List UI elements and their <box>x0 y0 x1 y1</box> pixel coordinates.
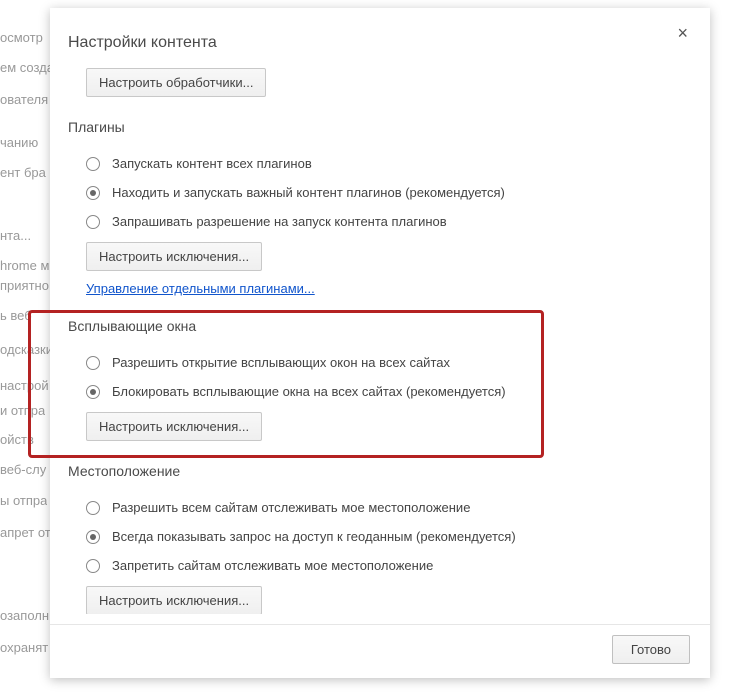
location-exceptions-button[interactable]: Настроить исключения... <box>86 586 262 614</box>
radio-label: Разрешить открытие всплывающих окон на в… <box>112 355 450 370</box>
radio-icon <box>86 385 100 399</box>
configure-handlers-button[interactable]: Настроить обработчики... <box>86 68 266 97</box>
handlers-section: Настроить обработчики... <box>68 62 692 97</box>
popups-option-allow[interactable]: Разрешить открытие всплывающих окон на в… <box>86 348 692 377</box>
radio-label: Запускать контент всех плагинов <box>112 156 312 171</box>
location-section: Местоположение Разрешить всем сайтам отс… <box>68 463 692 614</box>
content-settings-modal: Настройки контента × Настроить обработчи… <box>50 8 710 678</box>
radio-icon <box>86 215 100 229</box>
plugins-option-detect-important[interactable]: Находить и запускать важный контент плаг… <box>86 178 692 207</box>
location-option-block[interactable]: Запретить сайтам отслеживать мое местопо… <box>86 551 692 580</box>
manage-plugins-link[interactable]: Управление отдельными плагинами... <box>86 281 315 296</box>
popups-option-block[interactable]: Блокировать всплывающие окна на всех сай… <box>86 377 692 406</box>
modal-title: Настройки контента <box>68 34 217 52</box>
plugins-title: Плагины <box>68 119 692 135</box>
radio-label: Находить и запускать важный контент плаг… <box>112 185 505 200</box>
radio-icon <box>86 356 100 370</box>
location-title: Местоположение <box>68 463 692 479</box>
radio-icon <box>86 186 100 200</box>
radio-icon <box>86 157 100 171</box>
plugins-option-ask[interactable]: Запрашивать разрешение на запуск контент… <box>86 207 692 236</box>
plugins-option-run-all[interactable]: Запускать контент всех плагинов <box>86 149 692 178</box>
plugins-section: Плагины Запускать контент всех плагинов … <box>68 119 692 296</box>
popups-exceptions-button[interactable]: Настроить исключения... <box>86 412 262 441</box>
radio-icon <box>86 530 100 544</box>
done-button[interactable]: Готово <box>612 635 690 664</box>
radio-icon <box>86 501 100 515</box>
radio-label: Запретить сайтам отслеживать мое местопо… <box>112 558 433 573</box>
radio-label: Запрашивать разрешение на запуск контент… <box>112 214 447 229</box>
modal-footer: Готово <box>50 625 710 678</box>
plugins-exceptions-button[interactable]: Настроить исключения... <box>86 242 262 271</box>
popups-title: Всплывающие окна <box>68 318 692 334</box>
radio-icon <box>86 559 100 573</box>
modal-header: Настройки контента × <box>50 8 710 52</box>
radio-label: Всегда показывать запрос на доступ к гео… <box>112 529 516 544</box>
popups-section: Всплывающие окна Разрешить открытие вспл… <box>68 318 692 441</box>
radio-label: Блокировать всплывающие окна на всех сай… <box>112 384 506 399</box>
radio-label: Разрешить всем сайтам отслеживать мое ме… <box>112 500 470 515</box>
location-option-allow[interactable]: Разрешить всем сайтам отслеживать мое ме… <box>86 493 692 522</box>
location-option-ask[interactable]: Всегда показывать запрос на доступ к гео… <box>86 522 692 551</box>
modal-body[interactable]: Настроить обработчики... Плагины Запуска… <box>50 62 710 614</box>
close-icon[interactable]: × <box>677 24 688 42</box>
